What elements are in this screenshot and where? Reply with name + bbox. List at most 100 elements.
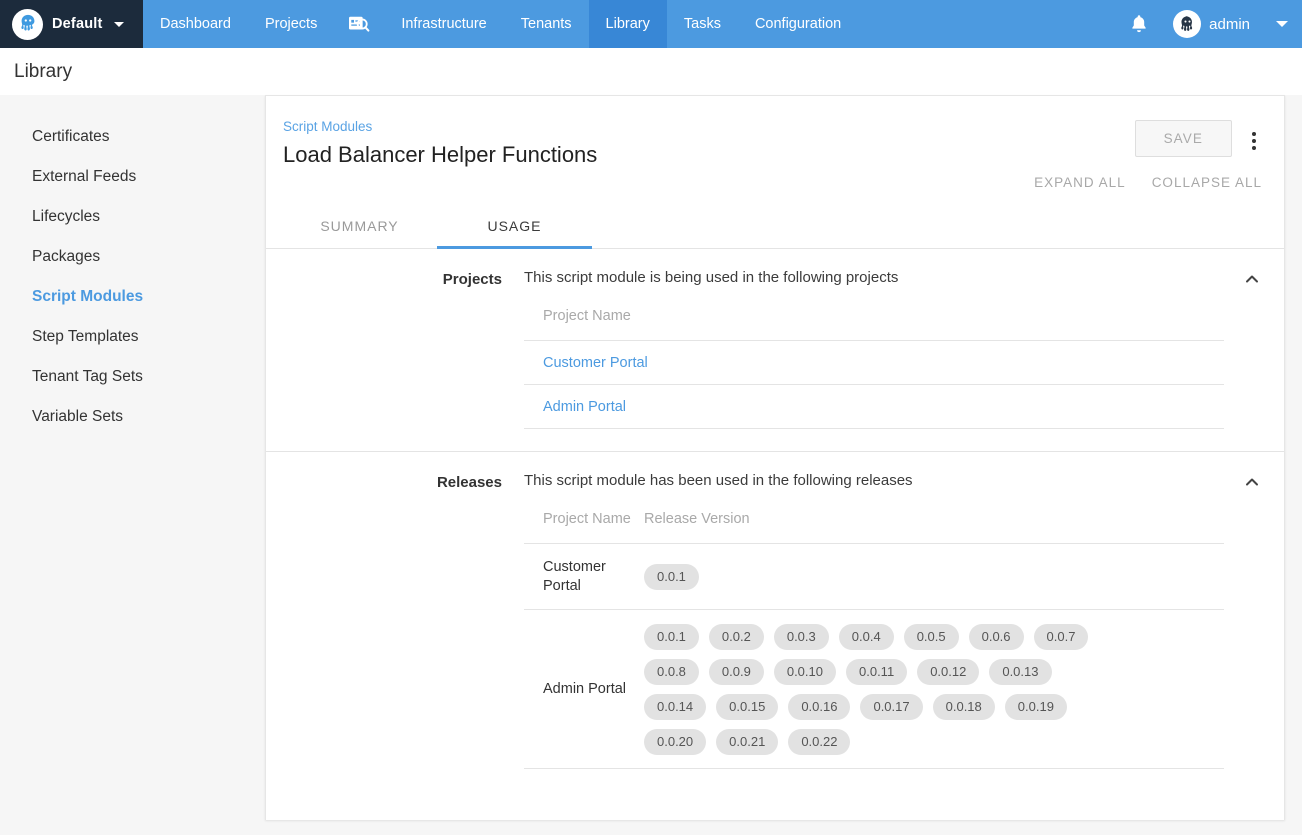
nav-right-group: admin — [1113, 0, 1302, 48]
nav-item-configuration[interactable]: Configuration — [738, 0, 858, 48]
release-version-chip[interactable]: 0.0.4 — [839, 624, 894, 650]
user-name-label: admin — [1209, 16, 1250, 33]
user-menu[interactable]: admin — [1165, 10, 1254, 38]
release-version-chip[interactable]: 0.0.11 — [846, 659, 907, 685]
releases-section-body: This script module has been used in the … — [524, 472, 1284, 769]
breadcrumb[interactable]: Script Modules — [283, 119, 372, 134]
nav-item-tenants[interactable]: Tenants — [504, 0, 589, 48]
projects-section-label: Projects — [266, 269, 524, 429]
card-header: Script Modules Load Balancer Helper Func… — [266, 96, 1284, 169]
sidebar-item-packages[interactable]: Packages — [0, 237, 265, 277]
release-version-chip[interactable]: 0.0.12 — [917, 659, 979, 685]
release-version-chip[interactable]: 0.0.14 — [644, 694, 706, 720]
release-chip-list: 0.0.1 0.0.2 0.0.3 0.0.4 0.0.5 0.0.6 0.0.7 0.0.8… — [644, 624, 1114, 755]
sidebar-item-script-modules[interactable]: Script Modules — [0, 277, 265, 317]
page-title-bar: Library — [0, 48, 1302, 95]
space-name-label: Default — [52, 16, 103, 32]
table-row: Admin Portal — [524, 385, 1224, 429]
nav-item-tasks[interactable]: Tasks — [667, 0, 738, 48]
sidebar-item-lifecycles[interactable]: Lifecycles — [0, 197, 265, 237]
release-version-chip[interactable]: 0.0.19 — [1005, 694, 1067, 720]
releases-section-description: This script module has been used in the … — [524, 472, 1224, 489]
release-chip-list: 0.0.1 — [644, 564, 1114, 590]
space-switcher[interactable]: Default — [0, 0, 143, 48]
nav-spacer — [858, 0, 1113, 48]
column-header-release-version: Release Version — [644, 503, 1224, 544]
save-button[interactable]: SAVE — [1135, 120, 1232, 157]
release-version-chip[interactable]: 0.0.1 — [644, 564, 699, 590]
nav-item-infrastructure[interactable]: Infrastructure — [384, 0, 503, 48]
sidebar-item-certificates[interactable]: Certificates — [0, 117, 265, 157]
sidebar-item-external-feeds[interactable]: External Feeds — [0, 157, 265, 197]
release-version-chip[interactable]: 0.0.1 — [644, 624, 699, 650]
chevron-up-icon[interactable] — [1242, 472, 1262, 492]
release-version-chip[interactable]: 0.0.10 — [774, 659, 836, 685]
release-version-chip[interactable]: 0.0.3 — [774, 624, 829, 650]
table-header-row: Project Name — [524, 300, 1224, 341]
project-link-customer-portal[interactable]: Customer Portal — [543, 355, 648, 371]
releases-table-body: Customer Portal 0.0.1 Admin Portal 0.0.1… — [524, 544, 1224, 769]
chevron-down-icon — [114, 22, 124, 27]
script-module-card: Script Modules Load Balancer Helper Func… — [265, 95, 1285, 820]
releases-section: Releases This script module has been use… — [266, 451, 1284, 791]
chevron-down-icon[interactable] — [1276, 21, 1288, 27]
tab-usage[interactable]: USAGE — [437, 204, 592, 249]
project-link-admin-portal[interactable]: Admin Portal — [543, 399, 626, 415]
collapse-all-button[interactable]: COLLAPSE ALL — [1152, 175, 1262, 190]
nav-items: Dashboard Projects Infrastructure Tenant… — [143, 0, 858, 48]
release-versions-cell: 0.0.1 — [644, 544, 1224, 610]
projects-table-body: Customer Portal Admin Portal — [524, 341, 1224, 429]
octopus-logo-icon — [12, 9, 43, 40]
top-navigation-bar: Default Dashboard Projects Infrastructur… — [0, 0, 1302, 48]
chevron-up-icon[interactable] — [1242, 269, 1262, 289]
release-version-chip[interactable]: 0.0.17 — [860, 694, 922, 720]
release-version-chip[interactable]: 0.0.13 — [989, 659, 1051, 685]
sidebar-item-variable-sets[interactable]: Variable Sets — [0, 397, 265, 437]
kebab-menu-icon[interactable] — [1246, 120, 1262, 162]
table-row: Customer Portal 0.0.1 — [524, 544, 1224, 610]
project-name-cell: Customer Portal — [524, 341, 1224, 385]
notification-bell-icon[interactable] — [1113, 13, 1165, 35]
page-body: Certificates External Feeds Lifecycles P… — [0, 95, 1302, 835]
kebab-dot — [1252, 132, 1256, 136]
nav-item-dashboard[interactable]: Dashboard — [143, 0, 248, 48]
release-version-chip[interactable]: 0.0.7 — [1034, 624, 1089, 650]
nav-item-projects[interactable]: Projects — [248, 0, 334, 48]
releases-table: Project Name Release Version Customer Po… — [524, 503, 1224, 769]
project-name-cell: Admin Portal — [524, 610, 644, 769]
expand-collapse-controls: EXPAND ALL COLLAPSE ALL — [266, 169, 1284, 190]
user-avatar-icon — [1173, 10, 1201, 38]
release-version-chip[interactable]: 0.0.2 — [709, 624, 764, 650]
card-header-left: Script Modules Load Balancer Helper Func… — [283, 118, 1135, 169]
card-header-actions: SAVE — [1135, 118, 1262, 162]
projects-table-head: Project Name — [524, 300, 1224, 341]
release-versions-cell: 0.0.1 0.0.2 0.0.3 0.0.4 0.0.5 0.0.6 0.0.7 0.0.8… — [644, 610, 1224, 769]
release-version-chip[interactable]: 0.0.16 — [788, 694, 850, 720]
release-version-chip[interactable]: 0.0.20 — [644, 729, 706, 755]
expand-all-button[interactable]: EXPAND ALL — [1034, 175, 1126, 190]
release-version-chip[interactable]: 0.0.22 — [788, 729, 850, 755]
nav-item-library[interactable]: Library — [589, 0, 667, 48]
table-row: Admin Portal 0.0.10.0.20.0.30.0.40.0.50.… — [524, 610, 1224, 769]
release-version-chip[interactable]: 0.0.8 — [644, 659, 699, 685]
projects-table: Project Name Customer Portal Admin Porta… — [524, 300, 1224, 429]
release-version-chip[interactable]: 0.0.18 — [933, 694, 995, 720]
release-version-chip[interactable]: 0.0.5 — [904, 624, 959, 650]
tab-bar: SUMMARY USAGE — [266, 204, 1284, 249]
release-version-chip[interactable]: 0.0.6 — [969, 624, 1024, 650]
column-header-project-name: Project Name — [524, 300, 1224, 341]
project-name-cell: Customer Portal — [524, 544, 644, 610]
sidebar-item-tenant-tag-sets[interactable]: Tenant Tag Sets — [0, 357, 265, 397]
tab-summary[interactable]: SUMMARY — [282, 204, 437, 249]
kebab-dot — [1252, 139, 1256, 143]
sidebar-item-step-templates[interactable]: Step Templates — [0, 317, 265, 357]
release-version-chip[interactable]: 0.0.21 — [716, 729, 778, 755]
script-module-title: Load Balancer Helper Functions — [283, 141, 1135, 169]
search-icon[interactable] — [334, 0, 384, 48]
column-header-project-name: Project Name — [524, 503, 644, 544]
kebab-dot — [1252, 146, 1256, 150]
release-version-chip[interactable]: 0.0.15 — [716, 694, 778, 720]
table-header-row: Project Name Release Version — [524, 503, 1224, 544]
projects-section: Projects This script module is being use… — [266, 249, 1284, 451]
release-version-chip[interactable]: 0.0.9 — [709, 659, 764, 685]
